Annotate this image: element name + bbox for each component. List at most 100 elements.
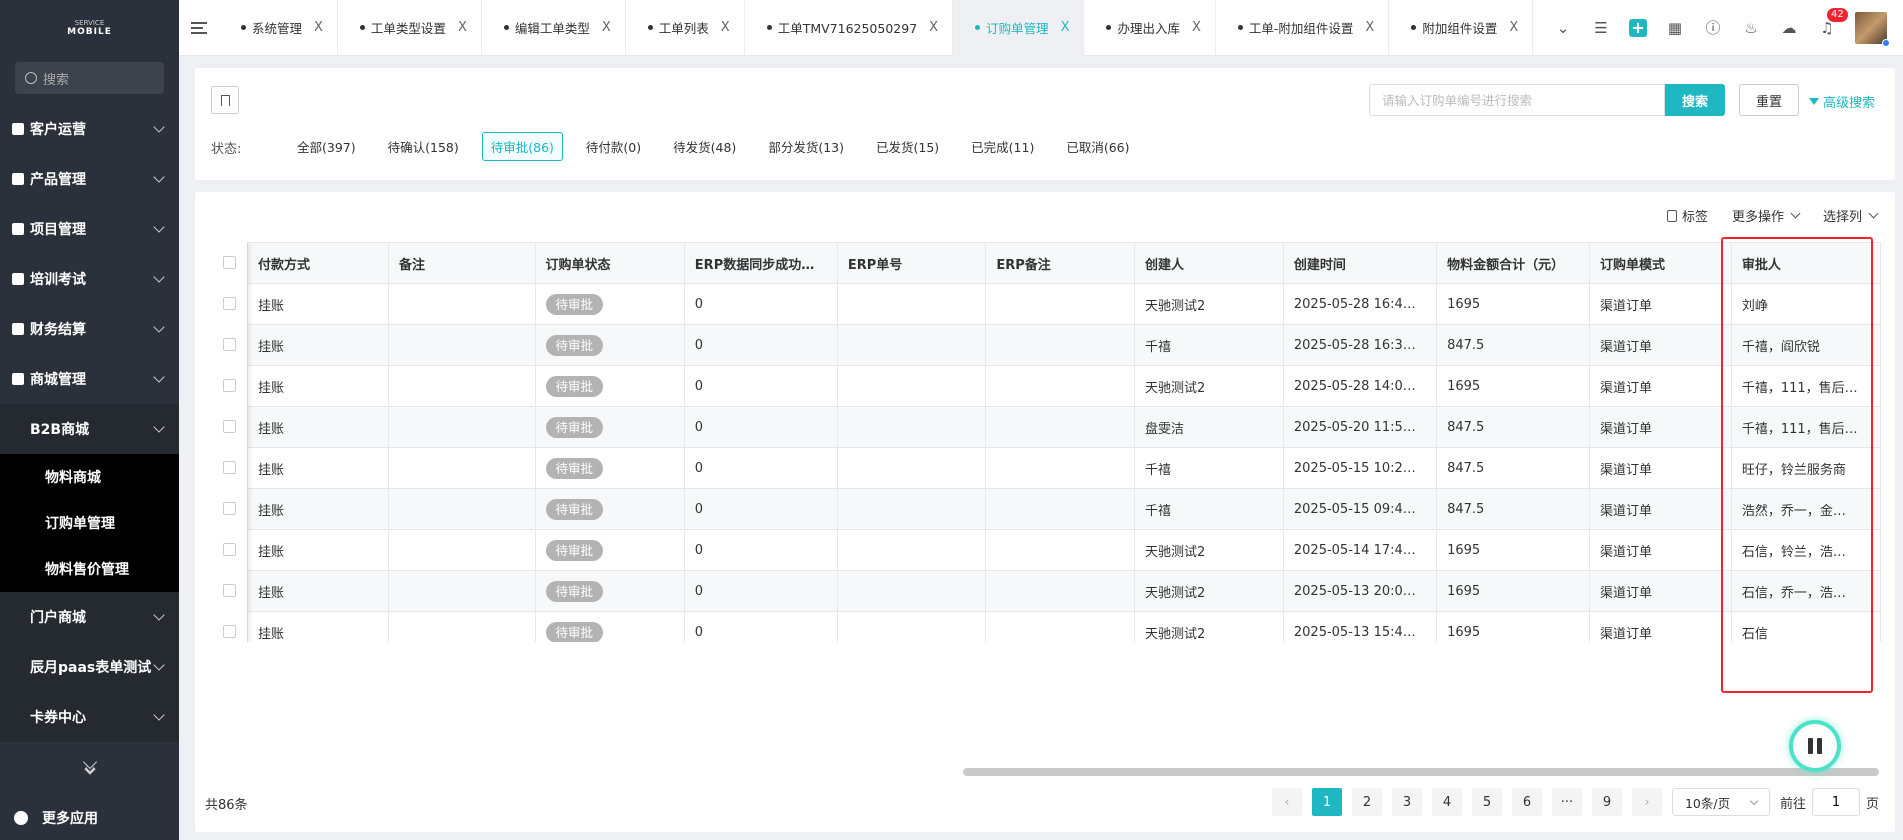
row-checkbox[interactable] — [222, 379, 236, 392]
tab-6[interactable]: 办理出入库 X — [1084, 0, 1216, 56]
sidebar-item-1[interactable]: 产品管理 — [0, 154, 179, 204]
table-row[interactable]: 挂账 待审批 0 千禧 2025-05-15 10:2… 847.5 渠道订单 旺仔，铃兰服务… — [247, 447, 1881, 489]
add-icon[interactable]: + — [1629, 18, 1647, 37]
table-row[interactable]: 挂账 待审批 0 天驰测试2 2025-05-28 14:0… 1695 渠道订单 千禧，11… — [247, 365, 1881, 407]
select-columns-button[interactable]: 选择列 — [1823, 206, 1879, 225]
next-page-button[interactable]: › — [1631, 788, 1662, 816]
reset-button[interactable]: 重置 — [1739, 84, 1799, 116]
tab-1[interactable]: 工单类型设置 X — [338, 0, 482, 56]
status-filter-2[interactable]: 待审批(86) — [481, 132, 563, 161]
sidebar-expand-button[interactable] — [0, 742, 179, 782]
close-icon[interactable]: X — [721, 20, 730, 35]
flame-icon[interactable]: ♨ — [1741, 18, 1761, 38]
table-row[interactable]: 挂账 待审批 0 千禧 2025-05-15 09:4… 847.5 渠道订单 浩然，乔一，金… — [247, 488, 1881, 530]
cloud-upload-icon[interactable]: ☁ — [1779, 18, 1799, 38]
status-filter-4[interactable]: 待发货(48) — [664, 132, 745, 161]
sidebar-group-item-0[interactable]: 门户商城 — [0, 592, 179, 642]
table-row[interactable]: 挂账 待审批 0 盘雯洁 2025-05-20 11:5… 847.5 渠道订单 千禧，111… — [247, 406, 1881, 448]
tab-2[interactable]: 编辑工单类型 X — [482, 0, 626, 56]
pause-floating-button[interactable] — [1789, 720, 1841, 772]
bookmark-button[interactable] — [211, 86, 239, 114]
row-checkbox[interactable] — [222, 420, 236, 433]
page-button[interactable]: 6 — [1511, 788, 1542, 816]
page-button[interactable]: 2 — [1351, 788, 1382, 816]
table-row[interactable]: 挂账 待审批 0 千禧 2025-05-28 16:3… 847.5 渠道订单 千禧，阎欣锐 — [247, 324, 1881, 366]
table-row[interactable]: 挂账 待审批 0 天驰测试2 2025-05-13 15:4… 1695 渠道订单 石信 — [247, 611, 1881, 642]
close-icon[interactable]: X — [458, 20, 467, 35]
page-button[interactable]: 3 — [1391, 788, 1422, 816]
status-filter-7[interactable]: 已完成(11) — [962, 132, 1043, 161]
sidebar-group-item-2[interactable]: 卡券中心 — [0, 692, 179, 742]
calendar-icon[interactable]: ▦ — [1665, 18, 1685, 38]
table-cell — [985, 447, 1135, 489]
tab-4[interactable]: 工单TMV71625050297 X — [745, 0, 954, 56]
status-filter-5[interactable]: 部分发货(13) — [759, 132, 853, 161]
row-checkbox[interactable] — [222, 461, 236, 474]
sidebar-item-b2b[interactable]: B2B商城 — [0, 404, 179, 454]
close-icon[interactable]: X — [929, 20, 938, 35]
order-search-input[interactable] — [1369, 84, 1665, 116]
page-button[interactable]: 4 — [1431, 788, 1462, 816]
horizontal-scrollbar[interactable] — [963, 768, 1879, 776]
menu-icon — [12, 123, 24, 135]
table-row[interactable]: 挂账 待审批 0 天驰测试2 2025-05-14 17:4… 1695 渠道订单 石信，铃兰… — [247, 529, 1881, 571]
goto-page-input[interactable] — [1811, 788, 1860, 816]
sidebar-group-item-1[interactable]: 辰月paas表单测试 — [0, 642, 179, 692]
tag-button[interactable]: 标签 — [1666, 206, 1708, 225]
page-button[interactable]: ··· — [1551, 788, 1582, 816]
page-size-select[interactable]: 10条/页 — [1671, 788, 1770, 816]
status-filter-0[interactable]: 全部(397) — [288, 132, 365, 161]
more-operations-button[interactable]: 更多操作 — [1732, 206, 1801, 225]
close-icon[interactable]: X — [1365, 20, 1374, 35]
row-checkbox[interactable] — [222, 543, 236, 556]
tab-3[interactable]: 工单列表 X — [626, 0, 745, 56]
close-icon[interactable]: X — [602, 20, 611, 35]
sidebar-item-5[interactable]: 商城管理 — [0, 354, 179, 404]
sidebar-search-input[interactable]: 搜索 — [15, 62, 164, 94]
row-checkbox[interactable] — [222, 297, 236, 310]
sidebar-item-2[interactable]: 项目管理 — [0, 204, 179, 254]
close-icon[interactable]: X — [314, 20, 323, 35]
row-checkbox[interactable] — [222, 584, 236, 597]
tab-8[interactable]: 附加组件设置 X — [1389, 0, 1534, 56]
close-icon[interactable]: X — [1509, 20, 1518, 35]
sidebar-subitem-0[interactable]: 物料商城 — [0, 454, 179, 500]
page-button[interactable]: 5 — [1471, 788, 1502, 816]
page-button[interactable]: 9 — [1591, 788, 1622, 816]
close-icon[interactable]: X — [1192, 20, 1201, 35]
page-size-value: 10条/页 — [1684, 795, 1731, 811]
advanced-search-link[interactable]: 高级搜索 — [1809, 92, 1875, 111]
status-filter-1[interactable]: 待确认(158) — [379, 132, 468, 161]
sidebar-subitem-2[interactable]: 物料售价管理 — [0, 546, 179, 592]
tab-7[interactable]: 工单-附加组件设置 X — [1216, 0, 1390, 56]
status-filter-3[interactable]: 待付款(0) — [577, 132, 650, 161]
search-button[interactable]: 搜索 — [1665, 84, 1725, 116]
menu-toggle-button[interactable] — [179, 0, 219, 56]
bell-icon[interactable]: ♫ 42 — [1817, 7, 1848, 38]
status-filter-8[interactable]: 已取消(66) — [1057, 132, 1138, 161]
table-cell: 待审批 — [534, 611, 685, 642]
sidebar-item-4[interactable]: 财务结算 — [0, 304, 179, 354]
tab-label: 附加组件设置 — [1422, 21, 1498, 36]
status-filter-6[interactable]: 已发货(15) — [867, 132, 948, 161]
tabs-dropdown-button[interactable]: ⌄ — [1553, 18, 1573, 38]
sidebar-subitem-1[interactable]: 订购单管理 — [0, 500, 179, 546]
row-checkbox[interactable] — [222, 338, 236, 351]
list-menu-icon[interactable]: ☰ — [1591, 18, 1611, 38]
select-all-checkbox[interactable] — [222, 256, 236, 269]
help-icon[interactable]: ⓘ — [1703, 18, 1723, 38]
page-button[interactable]: 1 — [1311, 788, 1342, 816]
table-row[interactable]: 挂账 待审批 0 天驰测试2 2025-05-28 16:4… 1695 渠道订单 刘峥 — [247, 283, 1881, 325]
tab-0[interactable]: 系统管理 X — [219, 0, 338, 56]
more-apps-button[interactable]: 更多应用 — [0, 796, 179, 840]
row-checkbox[interactable] — [222, 502, 236, 515]
table-row[interactable]: 挂账 待审批 0 天驰测试2 2025-05-13 20:0… 1695 渠道订单 石信，乔一… — [247, 570, 1881, 612]
close-icon[interactable]: X — [1061, 20, 1070, 35]
goto-page: 前往 页 — [1780, 788, 1879, 816]
prev-page-button[interactable]: ‹ — [1271, 788, 1302, 816]
sidebar-item-3[interactable]: 培训考试 — [0, 254, 179, 304]
avatar[interactable] — [1855, 11, 1890, 47]
row-checkbox[interactable] — [222, 625, 236, 638]
tab-5[interactable]: 订购单管理 X — [953, 0, 1085, 56]
sidebar-item-0[interactable]: 客户运营 — [0, 104, 179, 154]
